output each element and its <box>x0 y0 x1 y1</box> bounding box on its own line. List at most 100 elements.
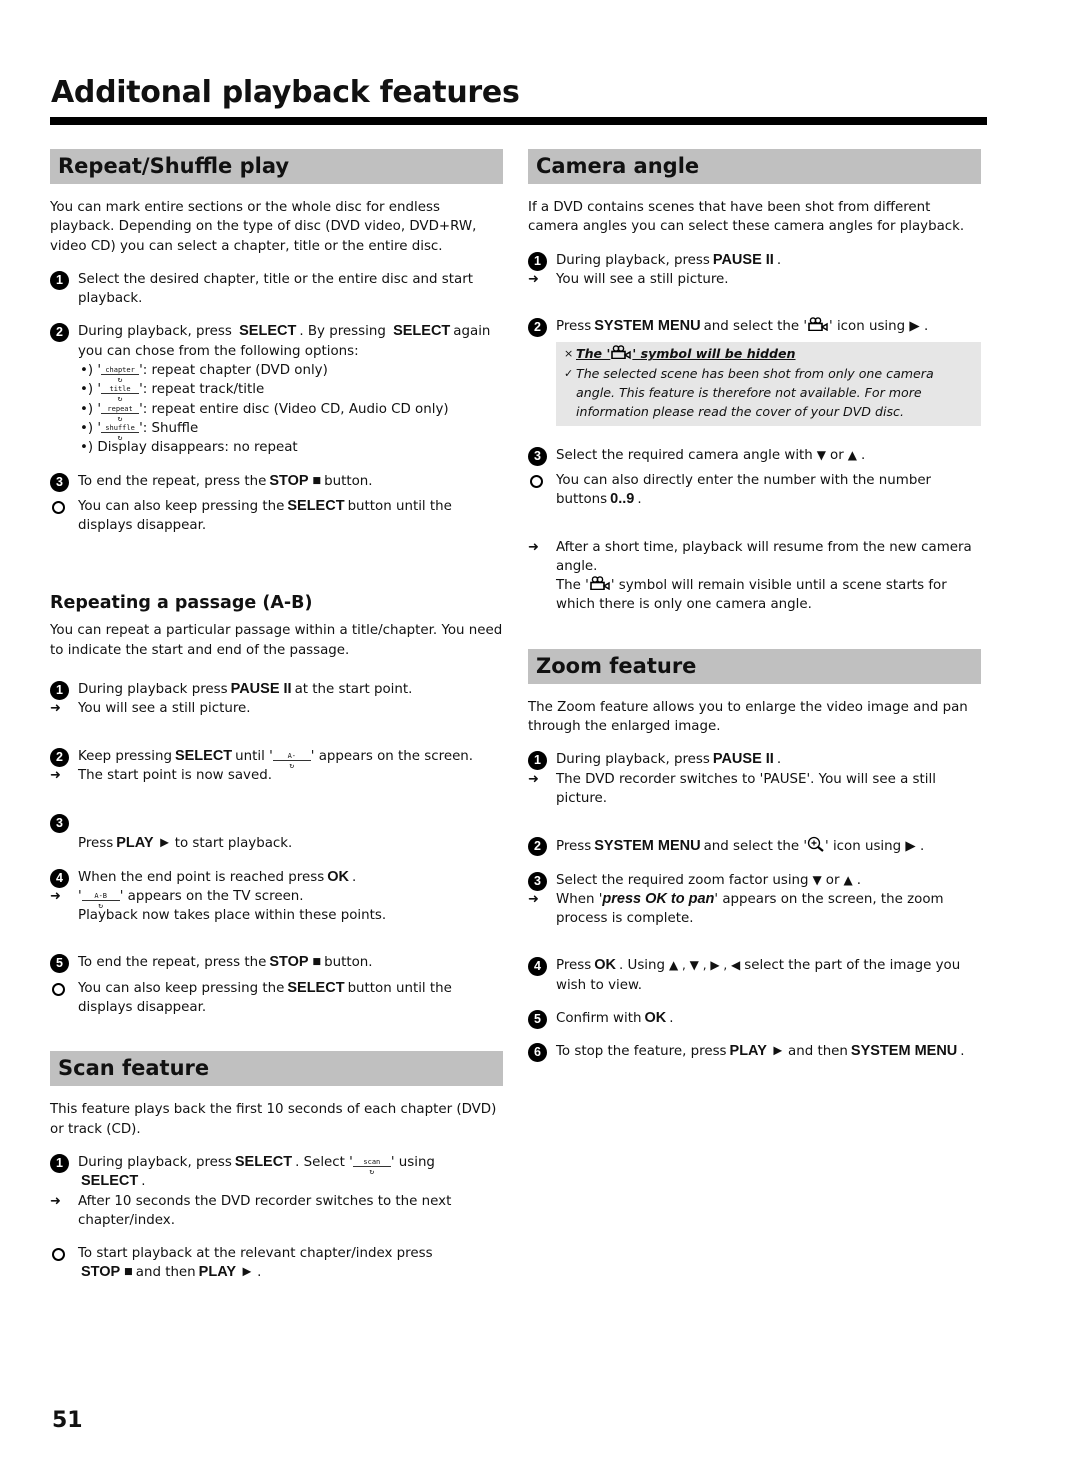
step-number-icon: 3 <box>50 814 69 834</box>
option-item: •) 'chapter': repeat chapter (DVD only) <box>78 361 503 380</box>
camera-angle-icon <box>808 317 828 332</box>
ab-step-1-result: ➜ You will see a still picture. <box>50 699 503 718</box>
page-title: Additonal playback features <box>51 75 520 110</box>
ab-intro: You can repeat a particular passage with… <box>50 623 503 658</box>
scan-intro: This feature plays back the first 10 sec… <box>50 1102 497 1137</box>
arrow-icon: ➜ <box>50 1193 61 1209</box>
zoom-magnifier-icon <box>807 837 824 853</box>
camera-step-1: 1 During playback, press PAUSE II. <box>528 251 981 271</box>
direction-arrows-icon: ▲ , ▼ , ▶ , ◀ <box>669 958 741 973</box>
step-number-icon: 1 <box>50 681 69 701</box>
right-column: Camera angle If a DVD contains scenes th… <box>528 149 981 1063</box>
step-number-icon: 6 <box>528 1043 547 1063</box>
step-number-icon: 1 <box>50 1153 69 1173</box>
arrow-icon: ➜ <box>50 767 61 783</box>
step-number-icon: 1 <box>50 270 69 290</box>
option-item: •) 'shuffle': Shuffle <box>78 419 503 438</box>
zoom-step-1: 1 During playback, press PAUSE II. <box>528 750 981 771</box>
camera-step-2: 2 Press SYSTEM MENU and select the ' ' icon… <box>528 317 981 338</box>
tip-circle-icon <box>52 500 65 514</box>
step-number-icon: 2 <box>528 837 547 857</box>
scan-tip: To start playback at the relevant chapte… <box>50 1244 503 1283</box>
key-select: SELECT <box>393 323 451 340</box>
tip-circle-icon <box>52 1248 65 1262</box>
arrow-icon: ➜ <box>528 271 539 287</box>
key-system-menu: SYSTEM MENU <box>850 1043 958 1060</box>
step-number-icon: 5 <box>50 954 69 974</box>
check-icon: ✓ <box>564 366 574 380</box>
down-arrow-icon: ▼ <box>816 447 827 462</box>
ab-step-2: 2 Keep pressingSELECTuntil 'A-' appears … <box>50 747 503 767</box>
key-stop: STOP ■ <box>269 472 322 489</box>
section-heading-scan: Scan feature <box>50 1051 503 1087</box>
repeat-intro: You can mark entire sections or the whol… <box>50 200 477 254</box>
key-system-menu: SYSTEM MENU <box>594 318 701 335</box>
key-select: SELECT <box>287 497 345 514</box>
arrow-icon: ➜ <box>528 891 539 907</box>
cross-icon: × <box>564 347 574 361</box>
osd-repeat-icon: repeat <box>101 405 140 414</box>
camera-step-3: 3 Select the required camera angle with ▼… <box>528 446 981 466</box>
option-item: •) Display disappears: no repeat <box>80 440 298 456</box>
camera-angle-icon <box>611 345 632 360</box>
ab-step-4-result: ➜ 'A-B' appears on the TV screen. Playba… <box>50 887 503 926</box>
camera-angle-icon <box>590 576 610 591</box>
up-arrow-icon: ▲ <box>847 447 857 462</box>
zoom-step-3-result: ➜ When 'press OK to pan' appears on the … <box>528 890 944 927</box>
scan-step-1: 1 During playback, press SELECT. Select '… <box>50 1153 503 1192</box>
arrow-icon: ➜ <box>528 539 539 555</box>
option-item: •) 'title': repeat track/title <box>78 380 503 399</box>
scan-step-1-result: ➜ After 10 seconds the DVD recorder swit… <box>50 1193 452 1228</box>
step-number-icon: 1 <box>528 751 547 771</box>
title-rule <box>50 117 987 125</box>
osd-ab-icon: A-B <box>81 892 120 901</box>
zoom-step-4: 4 Press OK. Using ▲ , ▼ , ▶ , ◀ select the … <box>528 956 981 995</box>
camera-step-1-result: ➜ You will see a still picture. <box>528 270 981 289</box>
key-select: SELECT <box>234 1153 293 1170</box>
key-ok: OK <box>644 1010 667 1027</box>
key-ok: OK <box>594 957 616 974</box>
step-number-icon: 2 <box>50 323 69 343</box>
tip-circle-icon <box>52 982 65 996</box>
ab-step-1: 1 During playback press PAUSE II at the st… <box>50 680 503 701</box>
step-number-icon: 1 <box>528 251 547 271</box>
osd-chapter-icon: chapter <box>101 367 140 376</box>
osd-shuffle-icon: shuffle <box>101 424 140 433</box>
key-play: PLAY ► <box>729 1043 785 1060</box>
camera-result: ➜ After a short time, playback will resu… <box>528 539 972 613</box>
down-arrow-icon: ▼ <box>812 872 822 887</box>
section-heading-camera: Camera angle <box>528 149 981 184</box>
subheading-ab: Repeating a passage (A-B) <box>50 593 313 614</box>
tip-circle-icon <box>530 474 543 488</box>
repeat-tip: You can also keep pressing the SELECT butt… <box>50 497 503 536</box>
repeat-step-3: 3 To end the repeat, press the STOP ■ butt… <box>50 472 503 492</box>
step-number-icon: 4 <box>50 868 69 888</box>
ab-tip: You can also keep pressing the SELECT butt… <box>50 979 503 1018</box>
osd-scan-icon: scan <box>352 1158 391 1167</box>
camera-intro: If a DVD contains scenes that have been … <box>528 200 965 235</box>
arrow-icon: ➜ <box>50 701 61 717</box>
step-number-icon: 5 <box>528 1010 547 1030</box>
step-number-icon: 4 <box>528 957 547 977</box>
camera-note: × The ' ' symbol will be hidden ✓ The sel… <box>556 342 981 426</box>
zoom-step-1-result: ➜ The DVD recorder switches to 'PAUSE'. … <box>528 771 936 806</box>
osd-message: press OK to pan <box>602 890 715 907</box>
step-number-icon: 3 <box>50 472 69 492</box>
key-select: SELECT <box>239 323 297 340</box>
repeat-step-1: 1 Select the desired chapter, title or t… <box>50 270 503 309</box>
key-pause: PAUSE II <box>712 751 774 768</box>
section-heading-zoom: Zoom feature <box>528 648 981 684</box>
note-title: The ' ' symbol will be hidden <box>576 345 796 362</box>
key-select: SELECT <box>287 979 345 996</box>
step-number-icon: 2 <box>528 318 547 338</box>
ab-step-3: 3 Press PLAY ► to start playback. <box>50 813 503 853</box>
zoom-step-5: 5 Confirm with OK. <box>528 1009 981 1030</box>
ab-step-2-result: ➜ The start point is now saved. <box>50 766 503 785</box>
key-number: 0..9 <box>610 491 635 508</box>
key-pause: PAUSE II <box>712 251 774 268</box>
key-select: SELECT <box>81 1173 139 1190</box>
key-ok: OK <box>327 868 349 885</box>
osd-a-icon: A- <box>272 752 311 761</box>
key-system-menu: SYSTEM MENU <box>594 838 701 855</box>
key-pause: PAUSE II <box>230 681 292 698</box>
